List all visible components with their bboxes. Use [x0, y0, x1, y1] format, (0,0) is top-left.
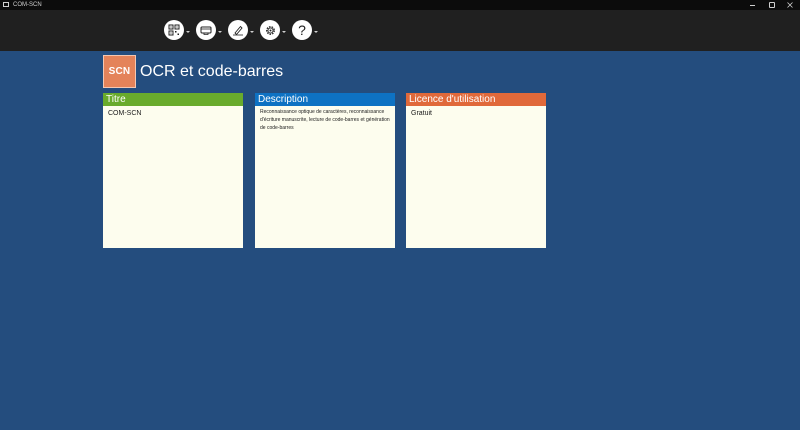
maximize-icon	[769, 2, 775, 8]
qr-code-menu-button[interactable]	[164, 20, 192, 40]
window-title: COM-SCN	[13, 2, 42, 8]
signature-menu-button[interactable]	[228, 20, 256, 40]
help-menu-button[interactable]: ?	[292, 20, 320, 40]
minimize-icon	[749, 4, 755, 6]
close-icon	[787, 2, 793, 8]
toolbar: ?	[0, 10, 800, 51]
chevron-down-icon	[186, 30, 190, 33]
signature-icon	[233, 25, 243, 36]
description-card: Description Reconnaissance optique de ca…	[255, 93, 395, 248]
help-icon: ?	[292, 20, 312, 40]
gear-icon	[265, 25, 275, 35]
qr-code-icon	[168, 24, 180, 36]
close-button[interactable]	[780, 0, 800, 10]
minimize-button[interactable]	[742, 0, 762, 10]
title-card: Titre COM-SCN	[103, 93, 243, 248]
settings-menu-button[interactable]	[260, 20, 288, 40]
app-logo: SCN	[103, 55, 136, 88]
page-title: OCR et code-barres	[140, 63, 284, 80]
scanner-icon	[200, 26, 212, 35]
title-card-header: Titre	[103, 93, 243, 106]
app-icon	[3, 2, 9, 7]
chevron-down-icon	[218, 30, 222, 33]
maximize-button[interactable]	[762, 0, 782, 10]
license-card: Licence d'utilisation Gratuit	[406, 93, 546, 248]
description-card-body: Reconnaissance optique de caractères, re…	[260, 109, 390, 131]
title-card-body: COM-SCN	[108, 110, 142, 117]
description-card-header: Description	[255, 93, 395, 106]
license-card-body: Gratuit	[411, 110, 433, 117]
chevron-down-icon	[282, 30, 286, 33]
scanner-menu-button[interactable]	[196, 20, 224, 40]
chevron-down-icon	[250, 30, 254, 33]
license-card-header: Licence d'utilisation	[406, 93, 546, 106]
window-titlebar: COM-SCN	[0, 0, 800, 10]
chevron-down-icon	[314, 30, 318, 33]
